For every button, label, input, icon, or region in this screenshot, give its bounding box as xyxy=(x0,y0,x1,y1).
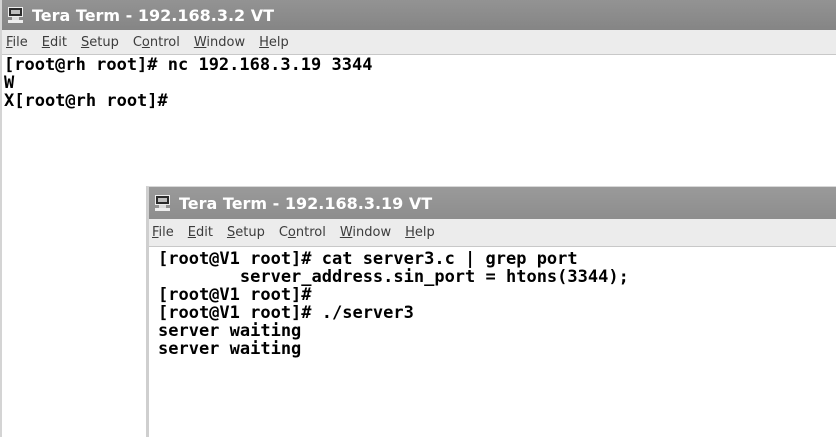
terminal-line: server waiting xyxy=(158,321,302,341)
menu-file[interactable]: File xyxy=(2,35,35,50)
menu-control[interactable]: Control xyxy=(272,225,333,240)
menu-window[interactable]: Window xyxy=(333,225,398,240)
title-bar[interactable]: Tera Term - 192.168.3.19 VT xyxy=(149,187,836,219)
terminal-line: X[root@rh root]# xyxy=(4,91,168,111)
menu-window[interactable]: Window xyxy=(187,35,252,50)
menu-edit[interactable]: Edit xyxy=(35,35,74,50)
menu-help[interactable]: Help xyxy=(398,225,442,240)
menu-edit[interactable]: Edit xyxy=(181,225,220,240)
menu-setup[interactable]: Setup xyxy=(74,35,126,50)
menu-setup[interactable]: Setup xyxy=(220,225,272,240)
menu-control[interactable]: Control xyxy=(126,35,187,50)
window-title: Tera Term - 192.168.3.2 VT xyxy=(32,5,275,25)
teraterm-window-192-168-3-19: Tera Term - 192.168.3.19 VT File Edit Se… xyxy=(146,186,836,437)
terminal-line: server waiting xyxy=(158,339,302,359)
terminal-line: [root@V1 root]# ./server3 xyxy=(158,303,414,323)
terminal-line: server_address.sin_port = htons(3344); xyxy=(158,267,629,287)
terminal-output[interactable]: [root@V1 root]# cat server3.c | grep por… xyxy=(149,247,836,437)
terminal-line: [root@V1 root]# cat server3.c | grep por… xyxy=(158,249,578,269)
window-title: Tera Term - 192.168.3.19 VT xyxy=(179,193,433,213)
menu-help[interactable]: Help xyxy=(252,35,296,50)
menu-bar: File Edit Setup Control Window Help xyxy=(149,219,836,247)
menu-file[interactable]: File xyxy=(149,225,181,240)
terminal-monitor-icon[interactable] xyxy=(7,7,26,23)
title-bar[interactable]: Tera Term - 192.168.3.2 VT xyxy=(2,0,836,30)
terminal-line: [root@rh root]# nc 192.168.3.19 3344 xyxy=(4,55,373,75)
terminal-line: W xyxy=(4,73,15,93)
terminal-line: [root@V1 root]# xyxy=(158,285,312,305)
terminal-monitor-icon[interactable] xyxy=(154,195,173,211)
menu-bar: File Edit Setup Control Window Help xyxy=(2,30,836,55)
